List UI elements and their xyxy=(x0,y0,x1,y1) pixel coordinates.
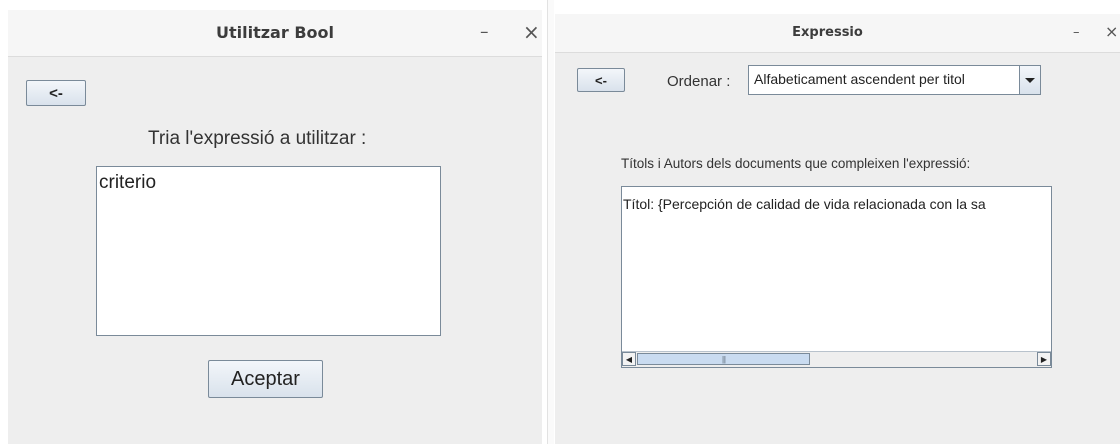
prompt-label: Tria l'expressió a utilitzar : xyxy=(148,128,367,149)
window-title: Utilitzar Bool xyxy=(216,23,334,42)
chevron-down-icon xyxy=(1025,78,1035,83)
dropdown-arrow-button[interactable] xyxy=(1019,66,1040,94)
minimize-icon[interactable]: – xyxy=(1073,25,1080,40)
window-divider xyxy=(547,0,554,444)
close-icon[interactable]: × xyxy=(523,20,540,44)
horizontal-scrollbar[interactable]: ◀ ||| ▶ xyxy=(622,351,1051,367)
minimize-icon[interactable]: – xyxy=(480,22,489,42)
expression-list[interactable]: criterio xyxy=(96,166,441,336)
results-area[interactable]: Títol: {Percepción de calidad de vida re… xyxy=(621,186,1052,368)
utilitzar-bool-window: Utilitzar Bool – × <- Tria l'expressió a… xyxy=(8,10,542,444)
expressio-window: Expressio – × <- Ordenar : Alfabeticamen… xyxy=(555,14,1120,444)
back-button[interactable]: <- xyxy=(577,68,625,92)
back-button[interactable]: <- xyxy=(26,80,86,106)
accept-button[interactable]: Aceptar xyxy=(208,360,323,398)
window-title: Expressio xyxy=(792,25,863,40)
scroll-right-button[interactable]: ▶ xyxy=(1037,352,1051,366)
titlebar[interactable]: Expressio – × xyxy=(555,14,1120,53)
result-text: Títol: {Percepción de calidad de vida re… xyxy=(623,196,986,212)
order-selected-value: Alfabeticament ascendent per titol xyxy=(754,71,965,87)
list-item[interactable]: criterio xyxy=(97,167,440,194)
titlebar[interactable]: Utilitzar Bool – × xyxy=(8,10,542,57)
order-combobox[interactable]: Alfabeticament ascendent per titol xyxy=(748,65,1041,95)
order-label: Ordenar : xyxy=(667,73,731,90)
results-label: Títols i Autors dels documents que compl… xyxy=(621,156,971,171)
scroll-left-button[interactable]: ◀ xyxy=(622,352,636,366)
grip-icon: ||| xyxy=(721,354,726,364)
scroll-thumb[interactable]: ||| xyxy=(637,353,810,365)
arrow-right-icon: ▶ xyxy=(1040,354,1048,364)
close-icon[interactable]: × xyxy=(1105,22,1118,41)
arrow-left-icon: ◀ xyxy=(625,354,633,364)
